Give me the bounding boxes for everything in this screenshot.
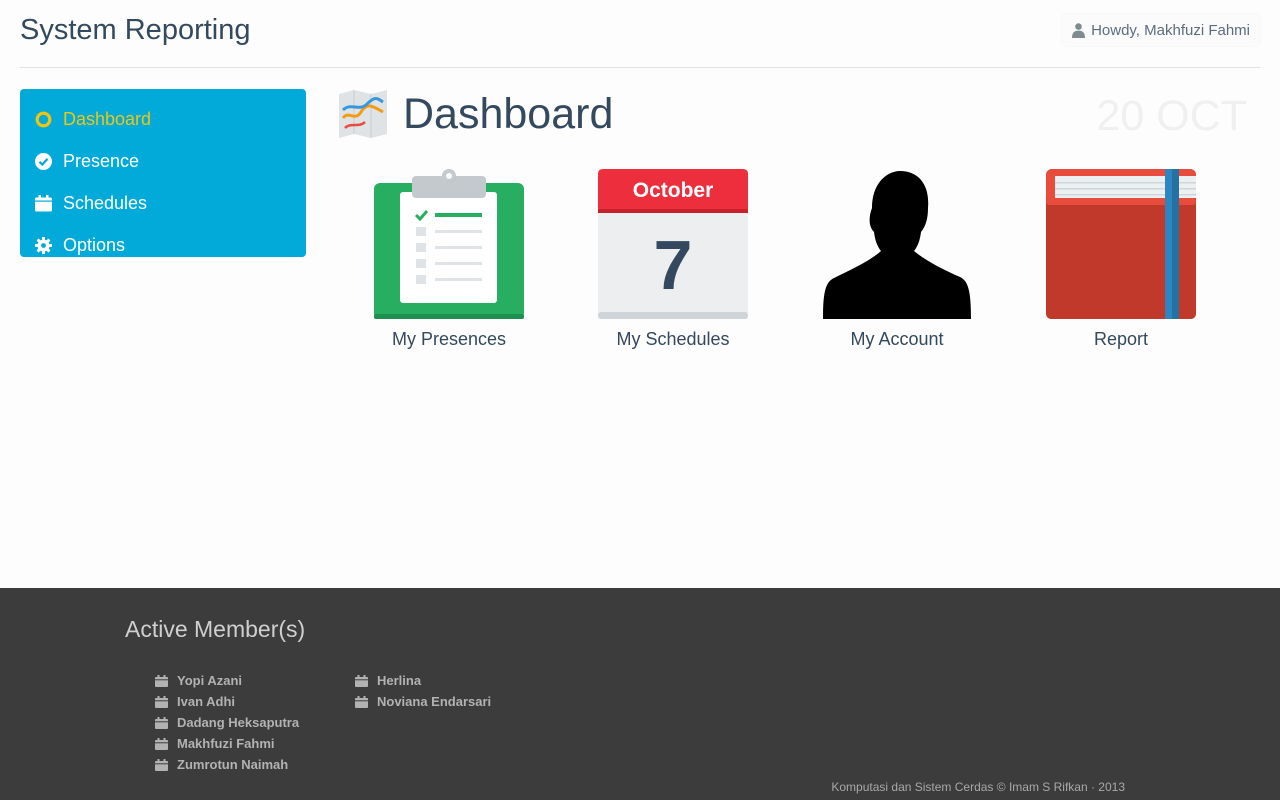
page-title: Dashboard [403, 89, 614, 138]
member-item[interactable]: Makhfuzi Fahmi [155, 733, 299, 754]
member-name: Makhfuzi Fahmi [177, 736, 275, 751]
tile-label: My Account [850, 329, 944, 349]
member-name: Yopi Azani [177, 673, 242, 688]
check-circle-icon [35, 152, 52, 170]
calendar-icon [155, 737, 168, 750]
member-list-col1: Yopi Azani Ivan Adhi Dadang Heksaputra M… [155, 670, 299, 775]
person-silhouette-icon [823, 171, 971, 319]
calendar-day-text: 7 [654, 226, 693, 304]
tile-my-presences[interactable]: My Presences [337, 168, 561, 350]
calendar-icon [155, 674, 168, 687]
sidebar-item-label: Schedules [63, 192, 148, 213]
sidebar-item-label: Options [63, 234, 126, 255]
sidebar-nav: Dashboard Presence Schedules Options [20, 89, 306, 257]
app-title: System Reporting [20, 14, 251, 46]
sidebar-item-dashboard[interactable]: Dashboard [20, 98, 306, 140]
user-greeting[interactable]: Howdy, Makhfuzi Fahmi [1062, 14, 1260, 46]
tile-my-account[interactable]: My Account [785, 168, 1009, 350]
calendar-icon [355, 674, 368, 687]
tile-label: My Presences [391, 329, 507, 349]
footer: Active Member(s) Yopi Azani Ivan Adhi Da… [0, 588, 1280, 800]
header: System Reporting Howdy, Makhfuzi Fahmi [20, 0, 1260, 68]
tile-report[interactable]: Report [1009, 168, 1233, 350]
member-item[interactable]: Zumrotun Naimah [155, 754, 299, 775]
sidebar-item-presence[interactable]: Presence [20, 140, 306, 182]
tile-label: Report [1093, 329, 1149, 349]
sidebar-item-options[interactable]: Options [20, 224, 306, 266]
calendar-icon [155, 716, 168, 729]
calendar-icon [155, 758, 168, 771]
calendar-month-text: October [633, 179, 714, 202]
gear-icon [35, 236, 52, 254]
calendar-page-icon: October 7 [598, 169, 748, 319]
member-name: Zumrotun Naimah [177, 757, 289, 772]
dashboard-tiles: My Presences October 7 My Schedules My A… [337, 168, 1233, 350]
clipboard-icon [374, 169, 524, 319]
sidebar-item-label: Presence [63, 150, 140, 171]
book-icon [1046, 169, 1196, 319]
member-item[interactable]: Herlina [355, 670, 491, 691]
user-icon [1072, 22, 1086, 38]
member-name: Dadang Heksaputra [177, 715, 300, 730]
member-name: Herlina [377, 673, 422, 688]
tile-my-schedules[interactable]: October 7 My Schedules [561, 168, 785, 350]
date-display: 20 OCT [1096, 92, 1247, 140]
map-icon [339, 90, 387, 138]
member-list-col2: Herlina Noviana Endarsari [355, 670, 491, 712]
page-heading: Dashboard [337, 88, 613, 140]
member-item[interactable]: Ivan Adhi [155, 691, 299, 712]
ring-icon [35, 111, 52, 128]
greeting-text: Howdy, Makhfuzi Fahmi [1091, 21, 1250, 39]
active-members-title: Active Member(s) [125, 616, 306, 642]
sidebar-item-label: Dashboard [63, 108, 152, 129]
calendar-icon [155, 695, 168, 708]
member-item[interactable]: Noviana Endarsari [355, 691, 491, 712]
member-name: Ivan Adhi [177, 694, 236, 709]
calendar-icon [355, 695, 368, 708]
sidebar-item-schedules[interactable]: Schedules [20, 182, 306, 224]
member-item[interactable]: Yopi Azani [155, 670, 299, 691]
member-item[interactable]: Dadang Heksaputra [155, 712, 299, 733]
tile-label: My Schedules [616, 329, 730, 349]
member-name: Noviana Endarsari [377, 694, 492, 709]
calendar-icon [35, 194, 52, 212]
footer-credit: Komputasi dan Sistem Cerdas © Imam S Rif… [831, 780, 1125, 794]
